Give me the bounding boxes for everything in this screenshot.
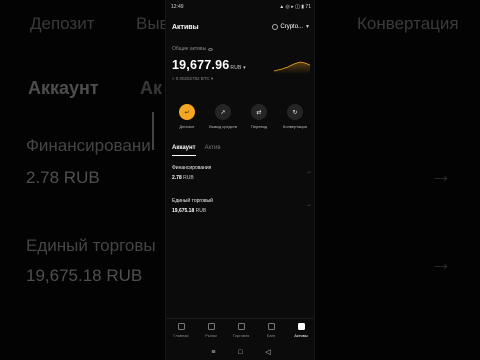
nav-label: Торговля: [232, 333, 250, 338]
nav-label: Главная: [173, 333, 189, 338]
nav-trade[interactable]: Торговля: [227, 323, 255, 338]
account-type-selector[interactable]: Crypto... ▼: [272, 24, 310, 30]
deposit-button[interactable]: ↵ Депозит: [170, 104, 204, 129]
chevron-down-icon: ▼: [305, 24, 310, 30]
withdraw-button[interactable]: ↗ Вывод средств: [206, 104, 240, 129]
markets-icon: [207, 323, 215, 330]
transfer-label: Перевод: [250, 124, 268, 129]
trade-icon: [237, 323, 245, 330]
deposit-icon: ↵: [179, 104, 195, 120]
tab-account[interactable]: Аккаунт: [172, 145, 196, 151]
transfer-icon: ⇄: [251, 104, 267, 120]
wallet-icon: [297, 323, 305, 330]
quick-actions: ↵ Депозит ↗ Вывод средств ⇄ Перевод ↻ Ко…: [170, 104, 312, 129]
account-row-financing[interactable]: Финансирования 2.78 RUB →: [172, 165, 312, 181]
scroll-indicator[interactable]: [152, 112, 154, 150]
nav-label: Активы: [294, 333, 308, 338]
earn-icon: [267, 323, 275, 330]
deposit-label: Депозит: [179, 124, 195, 129]
status-time: 12:49: [171, 4, 184, 10]
withdraw-icon: ↗: [215, 104, 231, 120]
system-navigation: ≡ □ ◁: [166, 346, 314, 358]
nav-earn[interactable]: Earn: [257, 323, 285, 338]
total-assets-label: Общие активы: [172, 46, 214, 52]
eye-icon[interactable]: [208, 47, 214, 51]
account-balance: 19,675.18 RUB: [172, 208, 312, 214]
total-amount: 19,677.96: [172, 58, 230, 72]
balance-currency: RUB: [195, 208, 207, 214]
nav-assets[interactable]: Активы: [287, 323, 314, 338]
balance-currency: RUB: [183, 175, 194, 181]
nav-label: Рынки: [205, 333, 217, 338]
bottom-navigation: Главная Рынки Торговля Earn Активы: [166, 318, 314, 344]
status-icons: ▲ ◎ ▸ ◫ ▮ 71: [279, 4, 311, 10]
tab-assets[interactable]: Актив: [205, 145, 221, 151]
convert-label: Конвертация: [283, 124, 307, 129]
account-balance: 2.78 RUB: [172, 175, 312, 181]
transfer-button[interactable]: ⇄ Перевод: [242, 104, 276, 129]
total-assets-text: Общие активы: [172, 46, 207, 52]
nav-home[interactable]: Главная: [167, 323, 195, 338]
withdraw-label: Вывод средств: [209, 124, 237, 129]
total-assets-value: 19,677.96RUB ▾: [172, 58, 246, 72]
coin-icon: [272, 24, 279, 30]
home-icon: [177, 323, 185, 330]
nav-label: Earn: [266, 333, 276, 338]
convert-button[interactable]: ↻ Конвертация: [278, 104, 312, 129]
recent-apps-icon[interactable]: ≡: [211, 349, 215, 356]
sparkline-chart[interactable]: [274, 58, 310, 74]
home-button-icon[interactable]: □: [238, 349, 242, 356]
balance-amount: 2.78: [172, 175, 182, 181]
convert-icon: ↻: [287, 104, 303, 120]
asset-tabs: Аккаунт Актив: [172, 145, 221, 151]
sparkline-area: [274, 62, 310, 74]
account-name: Единый торговый: [172, 198, 213, 204]
btc-equivalent[interactable]: ≈ 0.00202792 BTC ▾: [172, 76, 213, 82]
page-title: Активы: [172, 24, 199, 31]
status-bar: 12:49 ▲ ◎ ▸ ◫ ▮ 71: [166, 0, 314, 14]
selector-label: Crypto...: [280, 24, 304, 30]
nav-markets[interactable]: Рынки: [197, 323, 225, 338]
arrow-right-icon[interactable]: →: [306, 169, 312, 175]
total-currency-selector[interactable]: RUB ▾: [230, 65, 245, 71]
account-name: Финансирования: [172, 165, 212, 171]
account-row-unified[interactable]: Единый торговый 19,675.18 RUB →: [172, 198, 312, 214]
back-icon[interactable]: ◁: [265, 348, 270, 356]
arrow-right-icon[interactable]: →: [306, 202, 312, 208]
top-bar: Активы Crypto... ▼: [166, 20, 314, 38]
phone-screen: 12:49 ▲ ◎ ▸ ◫ ▮ 71 Активы Crypto... ▼ Об…: [165, 0, 315, 360]
balance-amount: 19,675.18: [172, 208, 195, 214]
active-tab-indicator: [172, 155, 196, 156]
screen: Депозит Выв Конвертация Аккаунт Ак Финан…: [0, 0, 480, 360]
